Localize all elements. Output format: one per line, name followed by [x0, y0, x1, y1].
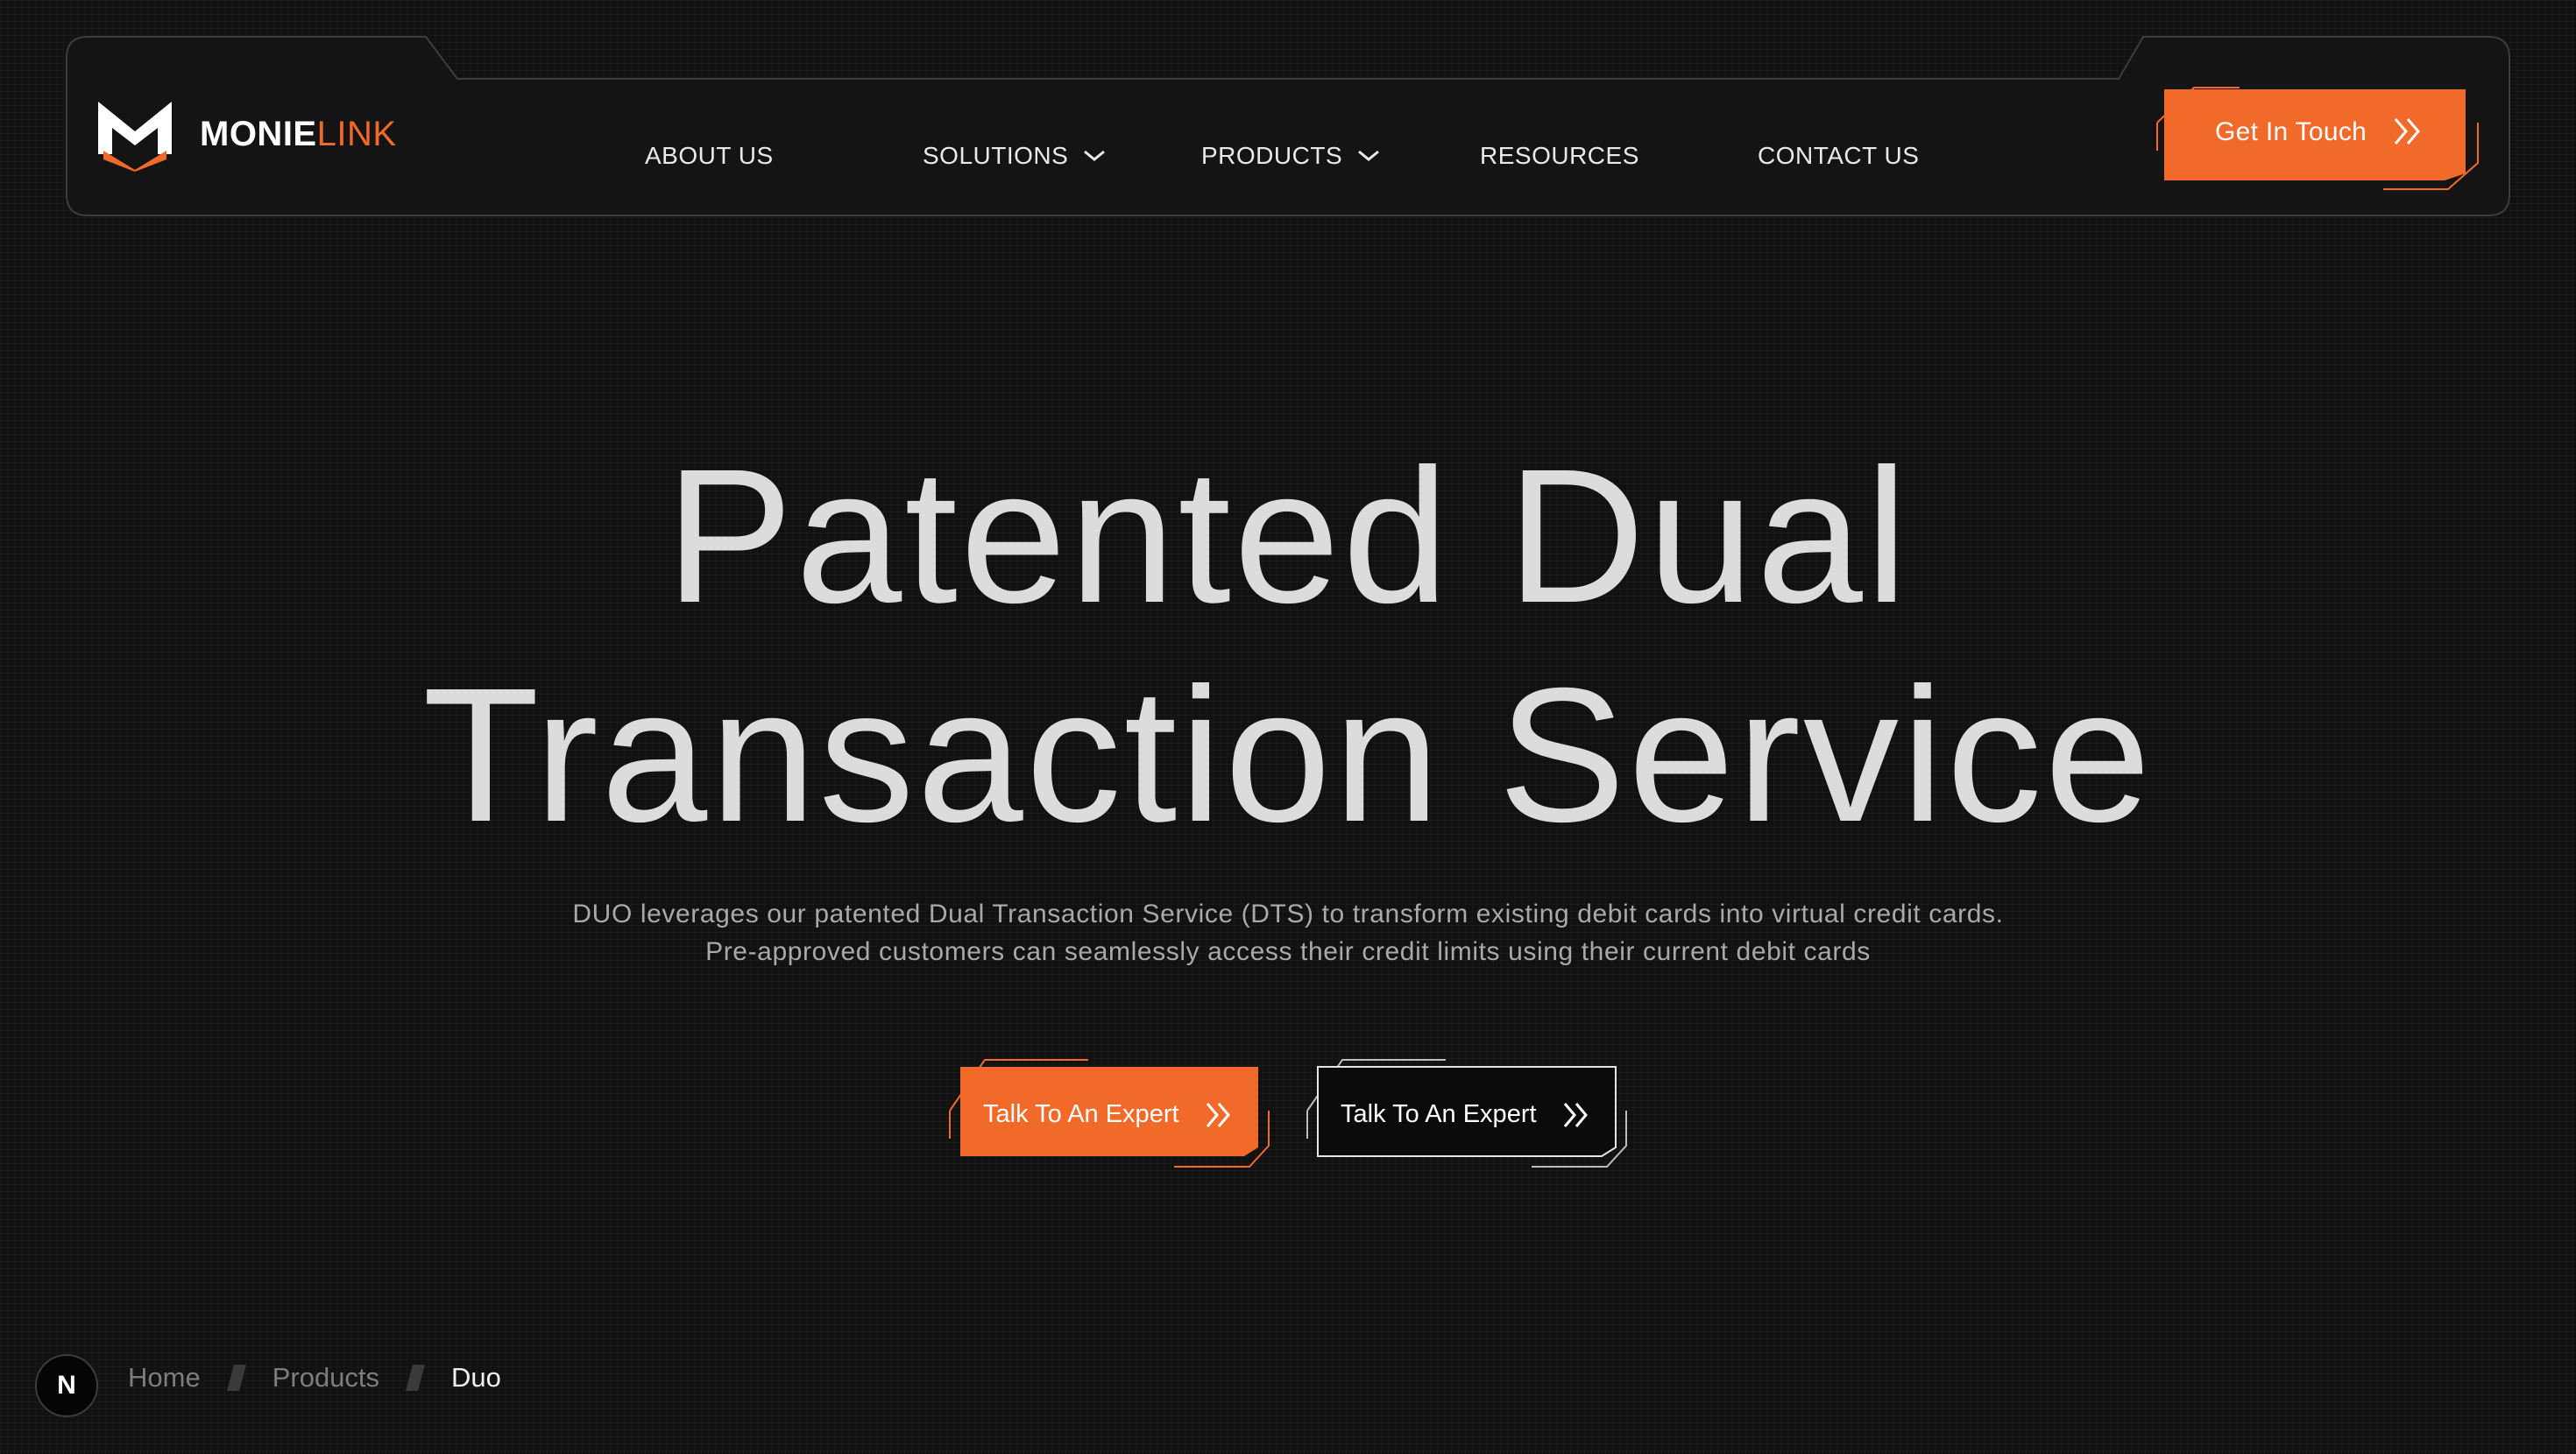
nav-item-label: PRODUCTS — [1201, 142, 1343, 169]
slash-separator-icon — [226, 1365, 246, 1391]
talk-to-expert-secondary-label: Talk To An Expert — [1341, 1100, 1537, 1128]
next-badge-icon[interactable]: N — [35, 1354, 98, 1417]
hero-title-line-1: Patented Dual — [665, 430, 1911, 643]
talk-to-expert-primary-button[interactable]: Talk To An Expert — [945, 1056, 1277, 1172]
double-chevron-right-icon — [1206, 1103, 1230, 1127]
chevron-down-icon — [1358, 150, 1380, 161]
nav-item-solutions[interactable]: SOLUTIONS — [923, 140, 1107, 172]
page: MONIELINK ABOUT US SOLUTIONS PRODUCTS RE… — [0, 0, 2576, 1454]
nav-item-label: ABOUT US — [645, 142, 774, 169]
next-badge-letter: N — [57, 1371, 76, 1400]
hero-title: Patented Dual Transaction Service — [0, 427, 2576, 865]
breadcrumb-products[interactable]: Products — [272, 1362, 379, 1394]
nav-item-label: CONTACT US — [1758, 142, 1920, 169]
nav-item-label: RESOURCES — [1480, 142, 1639, 169]
m-logo-icon — [98, 102, 172, 172]
nav-item-about-us[interactable]: ABOUT US — [645, 140, 774, 172]
chevron-down-icon — [1084, 150, 1106, 161]
breadcrumb-duo: Duo — [451, 1362, 501, 1393]
get-in-touch-label: Get In Touch — [2215, 117, 2367, 146]
brand-name: MONIELINK — [200, 116, 397, 152]
double-chevron-right-icon — [1563, 1103, 1588, 1127]
breadcrumb: Home Products Duo — [128, 1359, 501, 1396]
nav-item-products[interactable]: PRODUCTS — [1201, 140, 1381, 172]
brand-logo[interactable]: MONIELINK — [95, 96, 397, 172]
talk-to-expert-secondary-button[interactable]: Talk To An Expert — [1302, 1056, 1635, 1172]
brand-name-bold: MONIE — [200, 115, 317, 153]
get-in-touch-button[interactable]: Get In Touch — [2155, 77, 2488, 193]
nav-item-label: SOLUTIONS — [923, 142, 1069, 169]
double-chevron-right-icon — [2394, 118, 2420, 145]
nav-item-resources[interactable]: RESOURCES — [1480, 140, 1639, 172]
breadcrumb-home[interactable]: Home — [128, 1362, 201, 1394]
talk-to-expert-primary-label: Talk To An Expert — [983, 1100, 1179, 1128]
brand-name-light: LINK — [316, 115, 397, 153]
hero-title-line-2: Transaction Service — [422, 649, 2154, 862]
slash-separator-icon — [406, 1365, 426, 1391]
nav-item-contact-us[interactable]: CONTACT US — [1758, 140, 1919, 172]
hero-description: DUO leverages our patented Dual Transact… — [572, 900, 2004, 966]
